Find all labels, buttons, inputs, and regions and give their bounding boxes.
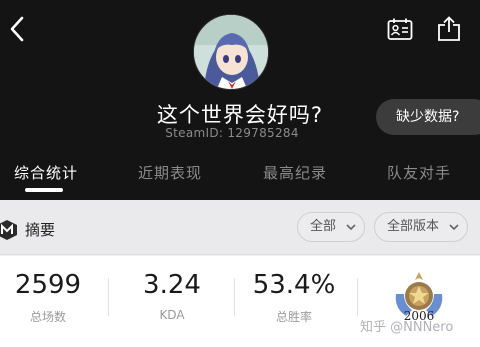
tab-teammates-opponents[interactable]: 队友对手 <box>387 155 451 191</box>
stat-value: 2599 <box>14 270 82 300</box>
back-arrow-icon <box>10 16 24 42</box>
tab-highest-records[interactable]: 最高纪录 <box>263 155 327 191</box>
stat-label: 总胜率 <box>275 310 312 324</box>
tab-overall-stats[interactable]: 综合统计 <box>14 155 78 191</box>
share-icon <box>438 16 460 41</box>
tab-recent-performance[interactable]: 近期表现 <box>138 155 202 191</box>
divider <box>108 278 109 316</box>
stats-panel: 摘要 全部 全部版本 2599 总场数 3.24 KDA 53.4% 总胜率 2… <box>0 200 480 347</box>
summary-bar: 摘要 全部 全部版本 <box>0 200 480 255</box>
stat-value: 3.24 <box>143 270 201 300</box>
avatar[interactable] <box>193 14 269 90</box>
filter-version-dropdown[interactable]: 全部版本 <box>374 212 468 242</box>
id-card-button[interactable] <box>384 12 416 46</box>
chevron-down-icon <box>346 224 356 231</box>
profile-header: 这个世界会好吗? SteamID: 129785284 缺少数据? 综合统计 近… <box>0 0 480 200</box>
filter-version-label: 全部版本 <box>387 219 440 234</box>
chevron-down-icon <box>449 224 459 231</box>
id-card-icon <box>387 18 413 40</box>
filter-all-dropdown[interactable]: 全部 <box>297 212 365 242</box>
stat-label: KDA <box>159 308 185 322</box>
tab-bar: 综合统计 近期表现 最高纪录 队友对手 <box>0 155 480 195</box>
divider <box>234 278 235 316</box>
active-tab-indicator <box>25 188 63 192</box>
missing-data-button[interactable]: 缺少数据? <box>376 99 480 135</box>
watermark: 知乎 @NNNero <box>360 320 454 335</box>
stat-value: 53.4% <box>252 270 336 300</box>
back-button[interactable] <box>4 12 30 46</box>
stat-label: 总场数 <box>29 310 66 324</box>
share-button[interactable] <box>433 12 465 46</box>
summary-title: 摘要 <box>25 221 56 239</box>
divider <box>357 278 358 316</box>
summary-logo-icon <box>0 220 17 240</box>
filter-all-label: 全部 <box>310 219 337 234</box>
